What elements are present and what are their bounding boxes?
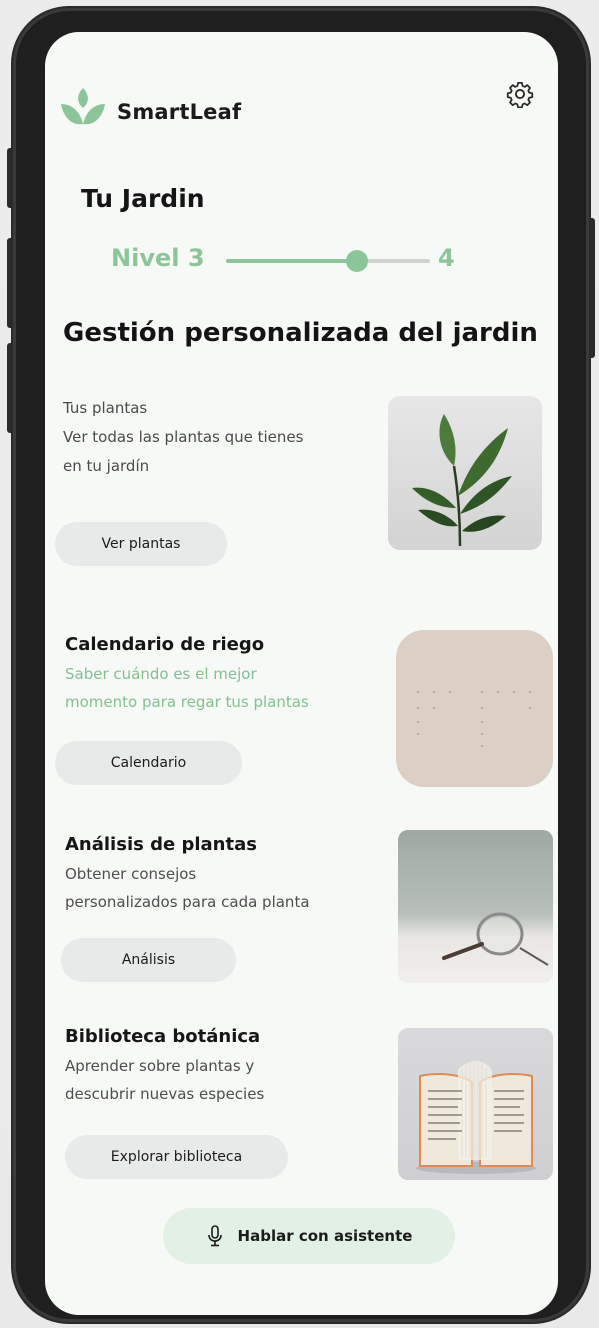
calendar-card-desc-line2: momento para regar tus plantas xyxy=(65,693,309,711)
section-title: Gestión personalizada del jardin xyxy=(63,318,538,348)
calendar-button[interactable]: Calendario xyxy=(55,741,242,785)
app-name: SmartLeaf xyxy=(117,100,242,124)
leaf-logo-icon xyxy=(61,88,105,125)
plants-card-text: Tus plantas Ver todas las plantas que ti… xyxy=(63,394,303,481)
current-level-label: Nivel 3 xyxy=(111,244,205,272)
garden-title: Tu Jardin xyxy=(81,184,205,213)
phone-side-button xyxy=(7,343,13,433)
plant-image xyxy=(388,396,542,550)
calendar-image xyxy=(396,630,553,787)
library-card-title: Biblioteca botánica xyxy=(65,1026,261,1047)
level-progress: Nivel 3 4 xyxy=(111,244,491,276)
calendar-illustration xyxy=(417,691,531,747)
analysis-button[interactable]: Análisis xyxy=(61,938,236,982)
level-progress-thumb[interactable] xyxy=(346,250,368,272)
plant-illustration xyxy=(412,414,512,547)
talk-to-assistant-button[interactable]: Hablar con asistente xyxy=(163,1208,455,1264)
calendar-card-title: Calendario de riego xyxy=(65,634,265,655)
analysis-card-desc-line1: Obtener consejos xyxy=(65,865,197,883)
level-progress-remaining xyxy=(358,259,430,263)
magnifier-illustration xyxy=(442,912,549,966)
library-card-text: Biblioteca botánica Aprender sobre plant… xyxy=(65,1022,264,1108)
next-level-label: 4 xyxy=(438,244,455,272)
calendar-card-desc-line1: Saber cuándo es el mejor xyxy=(65,665,257,683)
view-plants-button[interactable]: Ver plantas xyxy=(55,522,227,566)
gear-icon[interactable] xyxy=(506,80,534,108)
brand: SmartLeaf xyxy=(59,84,241,132)
level-progress-filled xyxy=(226,259,358,263)
plants-card-desc-line1: Ver todas las plantas que tienes xyxy=(63,428,304,446)
app-screen: SmartLeaf Tu Jardin Nivel 3 4 Gestión pe… xyxy=(45,32,558,1315)
microphone-icon xyxy=(207,1225,222,1247)
phone-power-button xyxy=(589,218,595,358)
phone-frame: SmartLeaf Tu Jardin Nivel 3 4 Gestión pe… xyxy=(7,8,595,1322)
explore-library-button[interactable]: Explorar biblioteca xyxy=(65,1135,288,1179)
phone-side-button xyxy=(7,148,13,208)
book-image xyxy=(398,1028,553,1180)
library-card-desc-line1: Aprender sobre plantas y xyxy=(65,1057,255,1075)
analysis-card-title: Análisis de plantas xyxy=(65,834,257,855)
book-illustration xyxy=(416,1061,536,1174)
plants-card-heading: Tus plantas xyxy=(63,399,148,417)
magnifier-image xyxy=(398,830,553,983)
phone-side-button xyxy=(7,238,13,328)
library-card-desc-line2: descubrir nuevas especies xyxy=(65,1085,265,1103)
analysis-card-desc-line2: personalizados para cada planta xyxy=(65,893,310,911)
plants-card-desc-line2: en tu jardín xyxy=(63,457,150,475)
analysis-card-text: Análisis de plantas Obtener consejos per… xyxy=(65,830,310,916)
calendar-card-text: Calendario de riego Saber cuándo es el m… xyxy=(65,630,309,716)
assistant-label: Hablar con asistente xyxy=(237,1227,413,1245)
